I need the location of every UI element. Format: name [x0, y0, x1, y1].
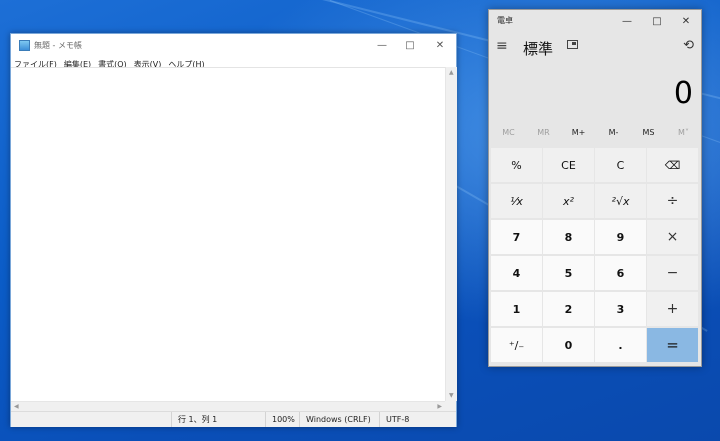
memory-list-button[interactable]: M˅	[666, 128, 701, 137]
maximize-icon[interactable]: □	[642, 10, 672, 32]
equals-button[interactable]: =	[647, 328, 698, 362]
backspace-button[interactable]: ⌫	[647, 148, 698, 182]
square-root-button[interactable]: ²√x	[595, 184, 646, 218]
notepad-title: 無題 - メモ帳	[34, 40, 82, 50]
calculator-titlebar[interactable]: 電卓 — □ ✕	[489, 10, 701, 32]
display-value: 0	[673, 76, 693, 111]
history-icon[interactable]: ⟲	[683, 38, 694, 53]
digit-2-button[interactable]: 2	[543, 292, 594, 326]
calculator-window: 電卓 — □ ✕ ≡ 標準 ⟲ 0 MC MR M+ M- MS M˅ % CE…	[488, 9, 702, 367]
memory-store-button[interactable]: MS	[631, 128, 666, 137]
square-button[interactable]: x²	[543, 184, 594, 218]
add-button[interactable]: +	[647, 292, 698, 326]
decimal-button[interactable]: .	[595, 328, 646, 362]
notepad-titlebar[interactable]: 無題 - メモ帳 — □ ✕	[11, 34, 456, 56]
minimize-icon[interactable]: —	[612, 10, 642, 32]
notepad-text-area[interactable]	[11, 67, 445, 402]
divide-button[interactable]: ÷	[647, 184, 698, 218]
calculator-display: 0	[489, 76, 701, 116]
status-cursor-position: 行 1、列 1	[171, 412, 265, 427]
maximize-icon[interactable]: □	[394, 34, 426, 56]
percent-button[interactable]: %	[491, 148, 542, 182]
memory-subtract-button[interactable]: M-	[596, 128, 631, 137]
digit-7-button[interactable]: 7	[491, 220, 542, 254]
memory-recall-button[interactable]: MR	[526, 128, 561, 137]
status-zoom: 100%	[265, 412, 299, 427]
memory-clear-button[interactable]: MC	[491, 128, 526, 137]
digit-9-button[interactable]: 9	[595, 220, 646, 254]
digit-3-button[interactable]: 3	[595, 292, 646, 326]
multiply-button[interactable]: ×	[647, 220, 698, 254]
memory-add-button[interactable]: M+	[561, 128, 596, 137]
calculator-title: 電卓	[497, 16, 513, 25]
close-icon[interactable]: ✕	[671, 10, 701, 32]
digit-4-button[interactable]: 4	[491, 256, 542, 290]
clear-button[interactable]: C	[595, 148, 646, 182]
digit-8-button[interactable]: 8	[543, 220, 594, 254]
reciprocal-button[interactable]: ¹⁄x	[491, 184, 542, 218]
calculator-mode-title: 標準	[523, 40, 554, 58]
notepad-app-icon	[19, 39, 30, 51]
notepad-window: 無題 - メモ帳 — □ ✕ ファイル(F) 編集(E) 書式(O) 表示(V)…	[10, 33, 457, 427]
scrollbar-corner	[445, 401, 456, 411]
digit-1-button[interactable]: 1	[491, 292, 542, 326]
vertical-scrollbar[interactable]: ▲ ▼	[445, 67, 457, 401]
status-bar: 行 1、列 1 100% Windows (CRLF) UTF-8	[11, 411, 456, 427]
negate-button[interactable]: ⁺∕₋	[491, 328, 542, 362]
scroll-right-icon[interactable]: ▶	[437, 403, 442, 410]
scroll-down-icon[interactable]: ▼	[449, 392, 454, 399]
scroll-up-icon[interactable]: ▲	[449, 69, 454, 76]
clear-entry-button[interactable]: CE	[543, 148, 594, 182]
subtract-button[interactable]: −	[647, 256, 698, 290]
keep-on-top-icon[interactable]	[567, 40, 578, 49]
digit-5-button[interactable]: 5	[543, 256, 594, 290]
hamburger-menu-icon[interactable]: ≡	[496, 38, 508, 54]
digit-6-button[interactable]: 6	[595, 256, 646, 290]
memory-row: MC MR M+ M- MS M˅	[489, 128, 701, 146]
digit-0-button[interactable]: 0	[543, 328, 594, 362]
scroll-left-icon[interactable]: ◀	[14, 403, 19, 410]
close-icon[interactable]: ✕	[424, 34, 456, 56]
status-encoding: UTF-8	[379, 412, 456, 427]
calculator-header: ≡ 標準 ⟲	[489, 32, 701, 62]
status-line-ending: Windows (CRLF)	[299, 412, 379, 427]
